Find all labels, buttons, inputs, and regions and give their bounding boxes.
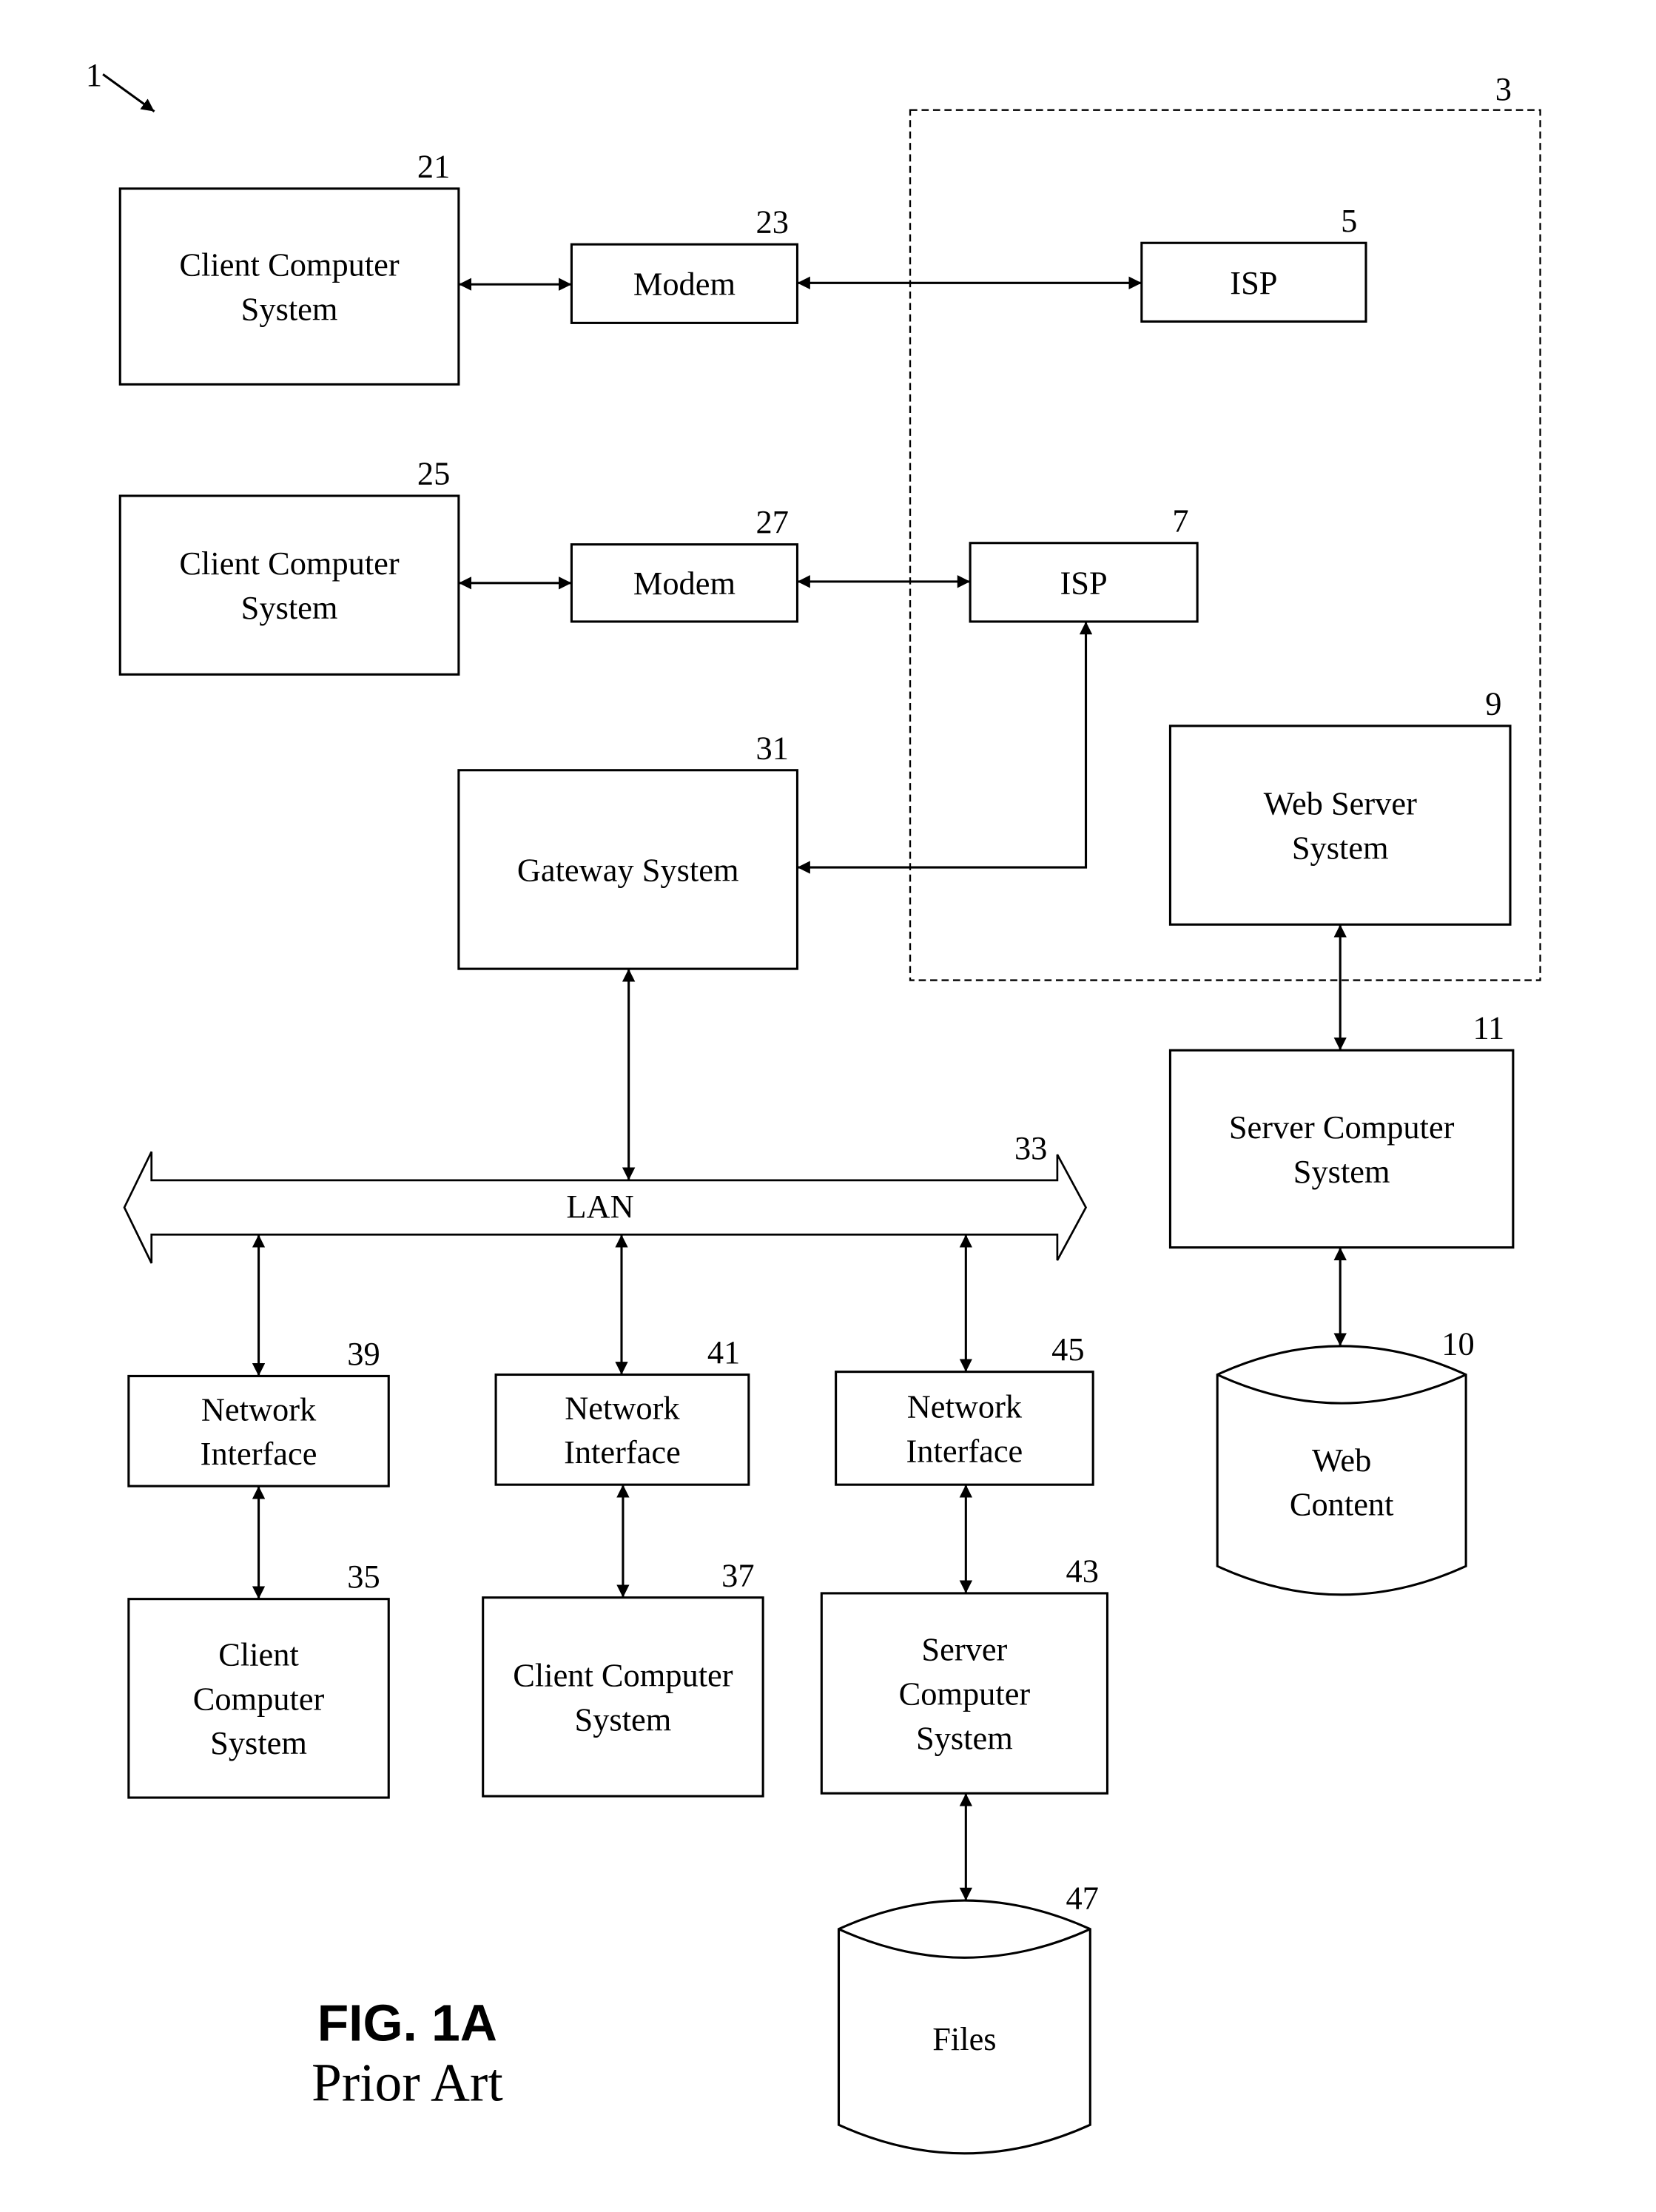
webcontent10-label-line: Content [1290, 1486, 1394, 1523]
node-gateway31: Gateway System 31 [457, 729, 799, 970]
client35-ref-number: 35 [347, 1558, 380, 1595]
server11-label-line: System [1293, 1153, 1390, 1190]
server43-ref-number: 43 [1066, 1552, 1098, 1589]
client21-box [118, 187, 460, 386]
lan-label: LAN [566, 1188, 633, 1225]
modem23-label-line: Modem [633, 266, 736, 303]
netif41-label-line: Interface [564, 1433, 681, 1470]
client25-label-line: System [241, 589, 338, 626]
client25-box [118, 494, 460, 676]
files47-label-line: Files [932, 2020, 996, 2057]
client21-label-line: Client Computer [179, 246, 399, 283]
server11-box [1168, 1049, 1515, 1249]
webcontent10-ref-number: 10 [1441, 1325, 1474, 1362]
node-netif45: Network Interface 45 [835, 1331, 1094, 1486]
isp7-label-line: ISP [1060, 564, 1108, 601]
webserver9-ref-number: 9 [1485, 685, 1501, 722]
netif39-label-line: Interface [201, 1435, 317, 1472]
client25-label-line: Client Computer [179, 545, 399, 582]
connector-gateway31-isp7 [797, 621, 1093, 874]
modem27-ref-number: 27 [755, 503, 788, 540]
modem23-ref-number: 23 [755, 204, 788, 241]
client37-label-line: System [575, 1701, 672, 1738]
netif41-label-line: Network [565, 1389, 680, 1426]
gateway31-ref-number: 31 [755, 729, 788, 766]
lan-bus: LAN 33 [123, 1129, 1088, 1264]
node-isp7: ISP 7 [969, 502, 1199, 623]
webserver9-label-line: Web Server [1264, 785, 1417, 822]
netif45-label-line: Network [907, 1388, 1023, 1425]
client35-label-line: System [210, 1724, 307, 1761]
isp7-ref-number: 7 [1172, 502, 1188, 539]
node-server43: Server Computer System 43 [820, 1552, 1109, 1795]
network-diagram: 1 3 Client Computer System 21 Modem 23 ISP 5 Cl… [86, 56, 1541, 2155]
client37-label-line: Client Computer [513, 1656, 733, 1693]
client35-label-line: Client [218, 1636, 299, 1673]
netif39-ref-number: 39 [347, 1335, 380, 1372]
figure-pointer-arrow [102, 73, 155, 112]
server43-label-line: Computer [899, 1675, 1031, 1712]
node-isp5: ISP 5 [1140, 202, 1367, 323]
client37-box [482, 1596, 764, 1798]
server11-ref-number: 11 [1473, 1009, 1505, 1046]
internet-region-ref: 3 [1495, 70, 1512, 107]
client25-ref-number: 25 [417, 455, 450, 492]
isp5-label-line: ISP [1230, 264, 1277, 301]
client21-ref-number: 21 [417, 147, 450, 184]
netif39-label-line: Network [201, 1391, 317, 1428]
node-webcontent10: Web Content 10 [1216, 1325, 1475, 1596]
netif45-label-line: Interface [906, 1432, 1023, 1469]
server43-label-line: Server [921, 1631, 1007, 1668]
lan-ref: 33 [1014, 1129, 1047, 1166]
isp5-ref-number: 5 [1341, 202, 1357, 239]
webserver9-label-line: System [1292, 829, 1389, 866]
client37-ref-number: 37 [721, 1556, 754, 1593]
server43-label-line: System [916, 1719, 1013, 1756]
figure-ref-label: 1 [86, 56, 102, 93]
client35-label-line: Computer [193, 1680, 325, 1717]
node-webserver9: Web Server System 9 [1168, 685, 1512, 926]
gateway31-label-line: Gateway System [517, 851, 739, 888]
node-modem27: Modem 27 [570, 503, 799, 623]
netif41-ref-number: 41 [707, 1334, 740, 1371]
node-client25: Client Computer System 25 [118, 455, 460, 676]
node-server11: Server Computer System 11 [1168, 1009, 1515, 1249]
node-files47: Files 47 [837, 1880, 1099, 2155]
node-modem23: Modem 23 [570, 204, 799, 324]
webcontent10-label-line: Web [1312, 1442, 1371, 1479]
node-client21: Client Computer System 21 [118, 147, 460, 386]
figure-caption-title: FIG. 1A [317, 1994, 497, 2051]
files47-ref-number: 47 [1066, 1880, 1098, 1917]
webserver9-box [1168, 725, 1512, 926]
client21-label-line: System [241, 291, 338, 328]
figure-caption-subtitle: Prior Art [312, 2052, 503, 2112]
server11-label-line: Server Computer [1229, 1109, 1455, 1146]
netif45-ref-number: 45 [1051, 1331, 1084, 1368]
modem27-label-line: Modem [633, 565, 736, 602]
